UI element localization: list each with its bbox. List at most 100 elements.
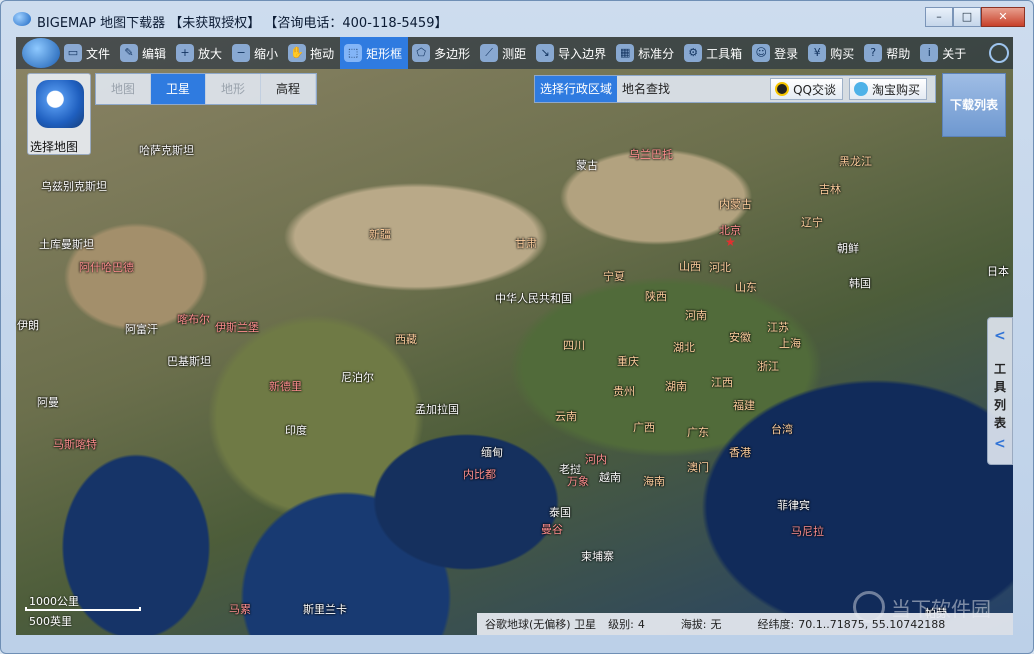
status-altitude-value: 无 (710, 618, 722, 631)
close-button[interactable]: ✕ (981, 7, 1025, 27)
minimize-button[interactable]: – (925, 7, 953, 27)
map-place-label: 河北 (709, 261, 731, 274)
scale-imperial: 500英里 (29, 615, 72, 628)
polygon-icon: ⬠ (412, 44, 431, 62)
map-place-label: 陕西 (645, 290, 667, 303)
maximize-button[interactable]: □ (953, 7, 981, 27)
rectangle-select-button[interactable]: ⬚ 矩形框 (340, 37, 409, 69)
map-place-label: 河南 (685, 309, 707, 322)
collapse-arrow-icon[interactable]: < (994, 328, 1006, 344)
tab-select-admin-region[interactable]: 选择行政区域 (535, 76, 618, 102)
map-place-label: 重庆 (617, 355, 639, 368)
map-source-selector[interactable]: 选择地图 (27, 73, 91, 155)
login-button[interactable]: ☺ 登录 (748, 37, 804, 69)
map-place-label: 四川 (563, 339, 585, 352)
taobao-buy-button[interactable]: 淘宝购买 (848, 78, 927, 100)
map-place-label: 马尼拉 (791, 525, 824, 538)
scale-bar-line (25, 607, 141, 611)
status-coord-label: 经纬度: (757, 618, 795, 631)
status-map-source: 谷歌地球(无偏移) 卫星 (485, 618, 597, 631)
standard-grid-button[interactable]: ▦ 标准分 (612, 37, 680, 69)
map-place-label: 印度 (285, 424, 307, 437)
map-place-label: 土库曼斯坦 (39, 238, 94, 251)
map-place-label: 海南 (643, 475, 665, 488)
tab-terrain[interactable]: 地形 (206, 74, 261, 104)
map-place-label: 阿富汗 (125, 323, 158, 336)
map-place-label: 日本 (987, 265, 1009, 278)
tab-place-search[interactable]: 地名查找 (617, 76, 675, 102)
zoom-in-icon: + (176, 44, 195, 62)
user-icon: ☺ (752, 44, 771, 62)
map-place-label: 湖北 (673, 341, 695, 354)
map-place-label: 安徽 (729, 331, 751, 344)
zoom-in-button[interactable]: + 放大 (172, 37, 228, 69)
map-place-label: 曼谷 (541, 523, 563, 536)
settings-gear-icon[interactable] (989, 43, 1009, 63)
map-place-label: 黑龙江 (839, 155, 872, 168)
map-place-label: 澳门 (687, 461, 709, 474)
pan-button[interactable]: ✋ 拖动 (284, 37, 340, 69)
map-place-label: 巴基斯坦 (167, 355, 211, 368)
map-place-label: 甘肃 (515, 237, 537, 250)
main-toolbar: ▭ 文件 ✎ 编辑 + 放大 − 缩小 ✋ 拖动 ⬚ 矩形框 ⬠ 多边形 ⟋ 测距 ↘ 导入边界 … (16, 37, 1013, 69)
map-place-label: 内蒙古 (719, 198, 752, 211)
qq-chat-button[interactable]: QQ交谈 (770, 78, 843, 100)
toolbox-button[interactable]: ⚙ 工具箱 (680, 37, 748, 69)
download-list-button[interactable]: 下载列表 (942, 73, 1006, 137)
taobao-icon (853, 82, 868, 96)
map-place-label: 台湾 (771, 423, 793, 436)
map-place-label: 韩国 (849, 277, 871, 290)
map-place-label: 中华人民共和国 (495, 292, 572, 305)
map-place-label: 西藏 (395, 333, 417, 346)
map-place-label: 广东 (687, 426, 709, 439)
cart-icon: ¥ (808, 44, 827, 62)
map-place-label: 广西 (633, 421, 655, 434)
edit-button[interactable]: ✎ 编辑 (116, 37, 172, 69)
tool-list-panel[interactable]: < 工具列表 < (987, 317, 1013, 465)
map-place-label: 江苏 (767, 321, 789, 334)
polygon-button[interactable]: ⬠ 多边形 (408, 37, 476, 69)
collapse-arrow-icon-bottom[interactable]: < (994, 436, 1006, 452)
zoom-out-icon: − (232, 44, 251, 62)
map-place-label: 江西 (711, 376, 733, 389)
map-place-label: 乌兹别克斯坦 (41, 180, 107, 193)
status-level-label: 级别: (608, 618, 634, 631)
map-place-label: 尼泊尔 (341, 371, 374, 384)
map-place-label: 马斯喀特 (53, 438, 97, 451)
map-place-label: 伊朗 (17, 319, 39, 332)
google-earth-icon (36, 80, 84, 128)
map-place-label: 河内 (585, 453, 607, 466)
map-place-label: 缅甸 (481, 446, 503, 459)
tab-elevation[interactable]: 高程 (261, 74, 316, 104)
tab-map[interactable]: 地图 (96, 74, 151, 104)
import-boundary-button[interactable]: ↘ 导入边界 (532, 37, 612, 69)
about-button[interactable]: i 关于 (916, 37, 972, 69)
buy-button[interactable]: ¥ 购买 (804, 37, 860, 69)
folder-icon: ▭ (64, 44, 82, 62)
globe-logo-icon (22, 38, 60, 68)
map-place-label: 伊斯兰堡 (215, 321, 259, 334)
qq-icon (775, 82, 790, 96)
map-type-tabs: 地图 卫星 地形 高程 (95, 73, 317, 105)
tab-satellite[interactable]: 卫星 (151, 74, 206, 104)
map-place-label: 马累 (229, 603, 251, 616)
zoom-out-button[interactable]: − 缩小 (228, 37, 284, 69)
map-place-label: 喀布尔 (177, 313, 210, 326)
status-level-value: 4 (637, 617, 645, 631)
help-button[interactable]: ? 帮助 (860, 37, 916, 69)
title-bar: BIGEMAP 地图下载器 【未获取授权】 【咨询电话：400-118-5459… (1, 1, 1033, 37)
map-place-label: 新德里 (269, 380, 302, 393)
import-boundary-icon: ↘ (536, 44, 555, 62)
status-altitude-label: 海拔: (680, 618, 707, 631)
measure-button[interactable]: ⟋ 测距 (476, 37, 532, 69)
file-button[interactable]: ▭ 文件 (60, 37, 116, 69)
map-place-label: 哈萨克斯坦 (139, 144, 194, 157)
map-place-label: 乌兰巴托 (629, 148, 673, 161)
scale-bar: 1000公里 500英里 (25, 593, 145, 628)
map-place-label: 贵州 (613, 385, 635, 398)
map-place-label: 上海 (779, 337, 801, 350)
search-bar: 选择行政区域 地名查找 QQ交谈 淘宝购买 (534, 75, 936, 103)
map-place-label: 蒙古 (576, 159, 598, 172)
map-place-label: 越南 (599, 471, 621, 484)
map-canvas[interactable] (16, 37, 1013, 635)
